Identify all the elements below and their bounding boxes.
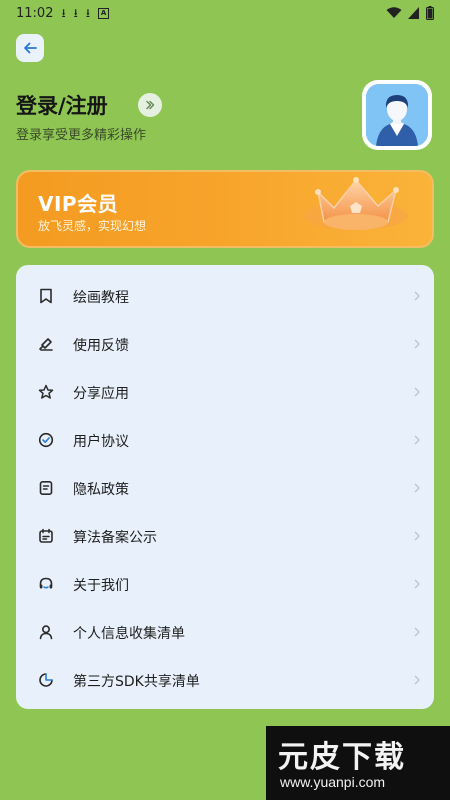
vip-title: VIP会员 [38,192,119,216]
status-bar: 11:02 ⭳ ⭳ ⭳ A [0,0,450,26]
menu-item-about-us[interactable]: 关于我们 [16,560,434,608]
download-icon: ⭳ [61,6,66,20]
check-circle-icon [36,430,56,450]
status-left: 11:02 ⭳ ⭳ ⭳ A [16,5,110,21]
download-icon: ⭳ [73,6,78,20]
menu-item-user-agreement[interactable]: 用户协议 [16,416,434,464]
chevron-right-icon [414,435,420,445]
menu-card: 绘画教程 使用反馈 分享应用 用户协议 隐私政策 算法备案公示 关于我们 个人信… [16,265,434,709]
menu-label: 用户协议 [73,434,129,450]
back-button[interactable] [16,34,44,62]
menu-label: 隐私政策 [73,482,129,498]
star-icon [36,382,56,402]
chevron-right-icon [414,675,420,685]
watermark-logo-text: 元皮下载 [278,740,406,775]
menu-label: 使用反馈 [73,338,129,354]
person-icon [36,622,56,642]
avatar[interactable] [362,80,432,150]
arrow-left-icon [24,42,37,54]
vip-banner[interactable]: VIP会员 放飞灵感，实现幻想 [16,170,434,248]
chevron-right-icon [414,483,420,493]
wifi-icon [386,7,402,18]
signal-icon [408,7,419,19]
crown-icon [304,177,408,230]
status-time: 11:02 [16,5,54,21]
menu-label: 第三方SDK共享清单 [73,674,200,690]
menu-item-algorithm-filing[interactable]: 算法备案公示 [16,512,434,560]
chevron-right-icon [414,579,420,589]
watermark-url: www.yuanpi.com [280,774,386,790]
chevron-right-icon [414,531,420,541]
headset-icon [36,574,56,594]
avatar-image [366,84,428,146]
menu-item-personal-info-list[interactable]: 个人信息收集清单 [16,608,434,656]
menu-item-drawing-tutorial[interactable]: 绘画教程 [16,272,434,320]
double-chevron-right-icon [146,100,155,110]
menu-label: 绘画教程 [73,290,129,306]
app-notification-icon: A [98,7,110,19]
battery-icon [426,6,434,20]
login-subtitle: 登录享受更多精彩操作 [16,128,147,143]
chevron-right-icon [414,291,420,301]
menu-item-share-app[interactable]: 分享应用 [16,368,434,416]
pie-icon [36,670,56,690]
menu-label: 分享应用 [73,386,129,402]
login-title[interactable]: 登录/注册 [16,90,108,120]
bookmark-icon [36,286,56,306]
document-icon [36,478,56,498]
status-right [386,6,434,20]
menu-label: 个人信息收集清单 [73,626,185,642]
menu-label: 算法备案公示 [73,530,157,546]
login-chevron-button[interactable] [138,93,162,117]
feedback-icon [36,334,56,354]
user-avatar-icon [366,84,428,146]
menu-label: 关于我们 [73,578,129,594]
watermark: 元皮下载 www.yuanpi.com [266,726,450,800]
chevron-right-icon [414,339,420,349]
menu-item-privacy-policy[interactable]: 隐私政策 [16,464,434,512]
menu-item-third-party-sdk[interactable]: 第三方SDK共享清单 [16,656,434,704]
chevron-right-icon [414,627,420,637]
vip-subtitle: 放飞灵感，实现幻想 [38,219,147,233]
menu-item-feedback[interactable]: 使用反馈 [16,320,434,368]
calendar-icon [36,526,56,546]
chevron-right-icon [414,387,420,397]
download-icon: ⭳ [85,6,91,20]
